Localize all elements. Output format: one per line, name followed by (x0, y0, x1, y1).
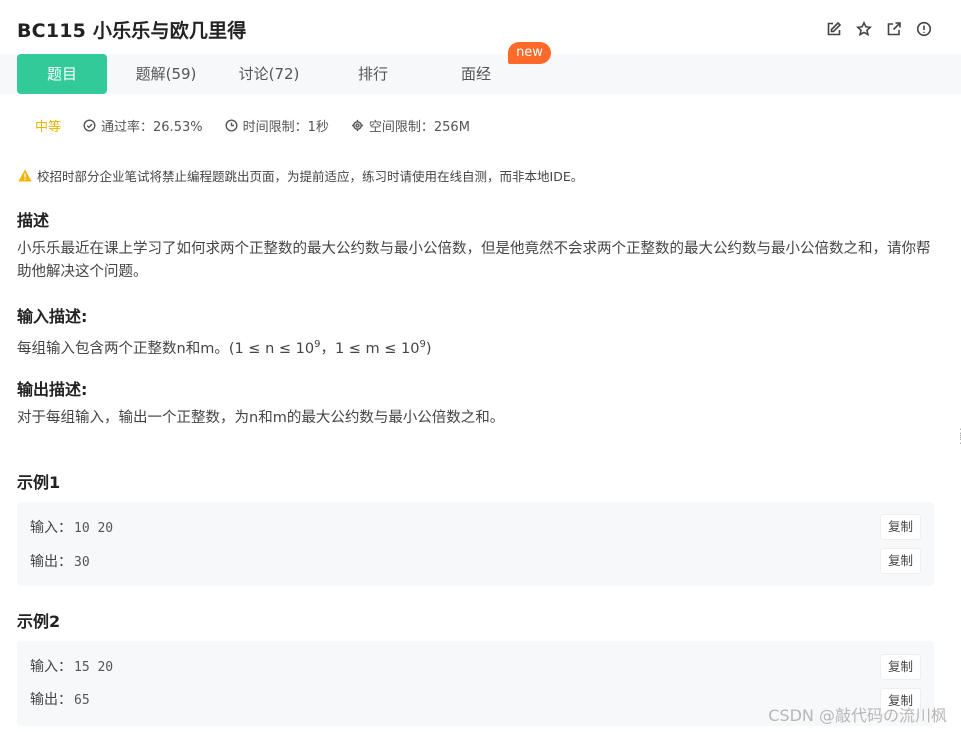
example-1-input-row: 输入： 10 20 (30, 517, 113, 537)
example-2-input-label: 输入： (30, 659, 72, 675)
star-icon[interactable] (855, 20, 873, 38)
example-1-heading: 示例1 (17, 473, 61, 492)
example-1-output-label: 输出： (30, 554, 72, 570)
example-2-copy-input-button[interactable]: 复制 (880, 654, 921, 680)
tab-discussion[interactable]: 讨论(72) (224, 54, 314, 94)
check-circle-icon (83, 119, 96, 132)
input-desc-middle: ，1 ≤ m ≤ 10 (320, 340, 420, 357)
example-2-input-row: 输入： 15 20 (30, 656, 113, 676)
external-link-icon[interactable] (885, 20, 903, 38)
example-1-input-label: 输入： (30, 520, 72, 536)
difficulty-label: 中等 (35, 120, 62, 135)
example-2-heading: 示例2 (17, 612, 61, 631)
pass-rate: 通过率：26.53% (83, 116, 203, 135)
edit-icon[interactable] (825, 20, 843, 38)
example-2-output-row: 输出： 65 (30, 689, 90, 709)
header-toolbar (825, 20, 933, 38)
example-1-output-row: 输出： 30 (30, 551, 90, 571)
example-1-output-value: 30 (74, 555, 90, 570)
tab-bar: 题目 题解(59) 讨论(72) 排行 面经 (0, 54, 961, 94)
problem-title: BC115 小乐乐与欧几里得 (17, 20, 247, 42)
example-2-output-value: 65 (74, 693, 90, 708)
new-badge: new (508, 42, 551, 64)
input-desc-suffix: ) (425, 340, 432, 357)
notice-banner: 校招时部分企业笔试将禁止编程题跳出页面，为提前适应，练习时请使用在线自测，而非本… (18, 166, 583, 185)
example-2-output-label: 输出： (30, 692, 72, 708)
example-1-input-value: 10 20 (74, 521, 114, 536)
resize-handle-icon[interactable]: ⋮ ⋮ (955, 427, 961, 445)
notice-text: 校招时部分企业笔试将禁止编程题跳出页面，为提前适应，练习时请使用在线自测，而非本… (37, 169, 584, 184)
example-2-input-value: 15 20 (74, 660, 114, 675)
input-description-text: 每组输入包含两个正整数n和m。(1 ≤ n ≤ 109，1 ≤ m ≤ 109) (17, 333, 432, 361)
tab-solutions[interactable]: 题解(59) (121, 54, 211, 94)
clock-icon (225, 119, 238, 132)
space-limit: 空间限制：256M (351, 116, 470, 135)
problem-meta: 中等 通过率：26.53% 时间限制：1秒 空间限制：256M (35, 116, 492, 135)
tab-problem[interactable]: 题目 (17, 54, 107, 94)
tab-ranking[interactable]: 排行 (328, 54, 418, 94)
description-heading: 描述 (17, 211, 50, 230)
time-limit-text: 时间限制：1秒 (242, 120, 329, 135)
output-description-text: 对于每组输入，输出一个正整数，为n和m的最大公约数与最小公倍数之和。 (17, 410, 505, 426)
space-limit-text: 空间限制：256M (368, 120, 470, 135)
warning-icon (18, 169, 32, 182)
example-1-box: 输入： 10 20 复制 输出： 30 复制 (17, 502, 934, 586)
watermark: CSDN @敲代码の流川枫 (768, 706, 947, 725)
description-text: 小乐乐最近在课上学习了如何求两个正整数的最大公约数与最小公倍数，但是他竟然不会求… (17, 241, 931, 280)
pass-rate-text: 通过率：26.53% (101, 120, 203, 135)
info-icon[interactable] (915, 20, 933, 38)
chip-icon (351, 119, 363, 132)
problem-header: BC115 小乐乐与欧几里得 (0, 0, 961, 54)
input-desc-prefix: 每组输入包含两个正整数n和m。(1 ≤ n ≤ 10 (17, 340, 315, 357)
example-1-copy-input-button[interactable]: 复制 (880, 514, 921, 540)
example-1-copy-output-button[interactable]: 复制 (880, 548, 921, 574)
output-description-heading: 输出描述: (17, 380, 88, 399)
input-description-heading: 输入描述: (17, 307, 88, 326)
time-limit: 时间限制：1秒 (225, 116, 329, 135)
